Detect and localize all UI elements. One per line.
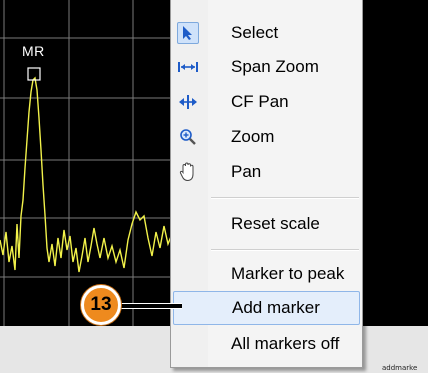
menu-item-label: Marker to peak (231, 264, 345, 283)
callout-pointer-line (120, 303, 182, 309)
menu-item-label: Zoom (231, 127, 275, 146)
cf-pan-icon (177, 91, 199, 113)
menu-item-reset-scale[interactable]: Reset scale (173, 207, 360, 241)
spectrum-trace (0, 76, 175, 273)
menu-item-label: All markers off (231, 334, 340, 353)
menu-item-pan[interactable]: Pan (173, 155, 360, 189)
menu-item-label: Span Zoom (231, 57, 319, 76)
menu-separator (211, 249, 359, 251)
menu-item-all-markers-off[interactable]: All markers off (173, 327, 360, 361)
hand-pan-icon (177, 161, 199, 183)
menu-separator (211, 197, 359, 199)
menu-item-zoom[interactable]: Zoom (173, 120, 360, 154)
menu-item-select[interactable]: Select (173, 16, 360, 50)
menu-item-label: CF Pan (231, 92, 289, 111)
menu-item-label: Select (231, 23, 279, 42)
context-menu: Select Span Zoom CF Pan Zoom Pan Reset s… (170, 0, 363, 368)
display-right-edge (362, 0, 428, 373)
menu-item-cf-pan[interactable]: CF Pan (173, 85, 360, 119)
menu-item-marker-to-peak[interactable]: Marker to peak (173, 257, 360, 291)
menu-item-add-marker[interactable]: Add marker (173, 291, 360, 325)
image-id-watermark: addmarke (382, 364, 418, 372)
menu-item-label: Pan (231, 162, 262, 181)
marker-label: MR (22, 43, 45, 59)
menu-item-span-zoom[interactable]: Span Zoom (173, 50, 360, 84)
span-zoom-icon (177, 56, 199, 78)
pointer-arrow-icon (177, 22, 199, 44)
menu-item-label: Reset scale (231, 214, 320, 233)
callout-badge: 13 (81, 285, 121, 325)
menu-item-label: Add marker (232, 298, 320, 317)
spectrum-display[interactable]: MR (0, 0, 175, 326)
magnifier-zoom-icon (177, 126, 199, 148)
